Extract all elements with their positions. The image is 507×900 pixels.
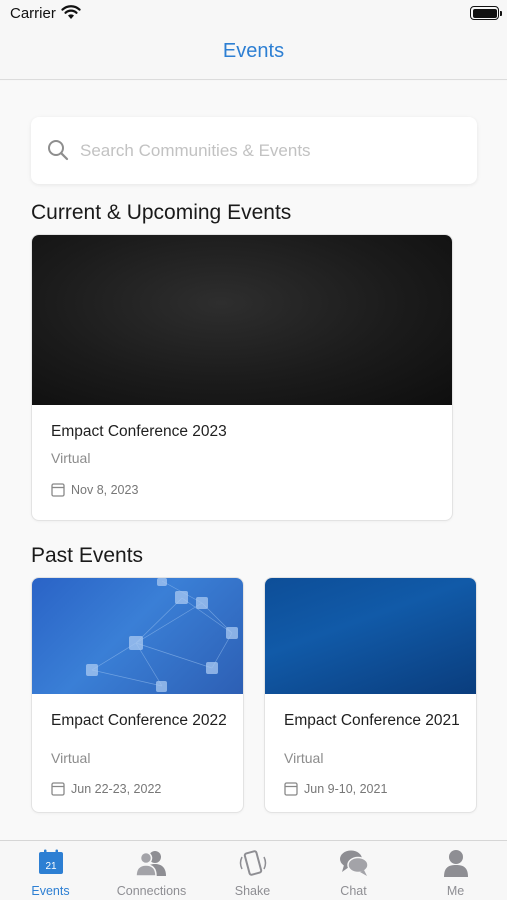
chat-bubbles-icon [338,849,370,882]
event-cover-image [32,578,243,694]
tab-label: Shake [234,884,271,898]
calendar-icon [51,482,65,500]
tab-events[interactable]: 21 Events [0,841,101,900]
tab-label: Me [446,884,465,898]
event-date: Jun 22-23, 2022 [71,782,162,796]
tab-label: Connections [116,884,187,898]
section-title-current: Current & Upcoming Events [31,201,292,224]
tab-label: Events [31,884,70,898]
event-title: Empact Conference 2021 [284,712,460,729]
section-title-past: Past Events [31,544,144,567]
people-icon [134,849,169,882]
event-cover-image [32,235,452,405]
calendar-badge: 21 [45,861,57,872]
event-cover-image [265,578,476,694]
event-date: Jun 9-10, 2021 [304,782,388,796]
tab-me[interactable]: Me [404,841,507,900]
event-title: Empact Conference 2022 [51,712,227,729]
status-bar: Carrier [0,0,507,30]
search-bar[interactable]: Search Communities & Events [31,117,477,184]
search-icon [47,139,69,166]
tab-shake[interactable]: Shake [202,841,303,900]
events-content[interactable]: Search Communities & Events Current & Up… [0,81,507,840]
tab-bar: 21 Events Connections Shake Chat Me [0,840,507,900]
calendar-icon [284,781,298,799]
event-date-row: Nov 8, 2023 [51,482,138,500]
event-card-past-2021[interactable]: Empact Conference 2021 Virtual Jun 9-10,… [264,577,477,813]
event-date: Nov 8, 2023 [71,483,139,497]
event-location: Virtual [51,450,91,466]
event-date-row: Jun 22-23, 2022 [51,781,161,799]
navigation-bar: Events [0,30,507,80]
event-location: Virtual [284,750,324,766]
event-date-row: Jun 9-10, 2021 [284,781,387,799]
tab-chat[interactable]: Chat [303,841,404,900]
calendar-icon [51,781,65,799]
carrier-label: Carrier [10,5,56,22]
calendar-icon: 21 [38,849,64,880]
tab-label: Chat [340,884,367,898]
page-title: Events [222,40,285,62]
wifi-icon [61,5,81,25]
event-location: Virtual [51,750,91,766]
phone-shake-icon [238,849,268,884]
event-card-past-2022[interactable]: Empact Conference 2022 Virtual Jun 22-23… [31,577,244,813]
event-title: Empact Conference 2023 [51,423,227,440]
event-card-current[interactable]: Empact Conference 2023 Virtual Nov 8, 20… [31,234,453,521]
person-icon [443,849,469,882]
battery-icon [470,6,502,20]
tab-connections[interactable]: Connections [101,841,202,900]
search-input[interactable]: Search Communities & Events [80,141,311,161]
